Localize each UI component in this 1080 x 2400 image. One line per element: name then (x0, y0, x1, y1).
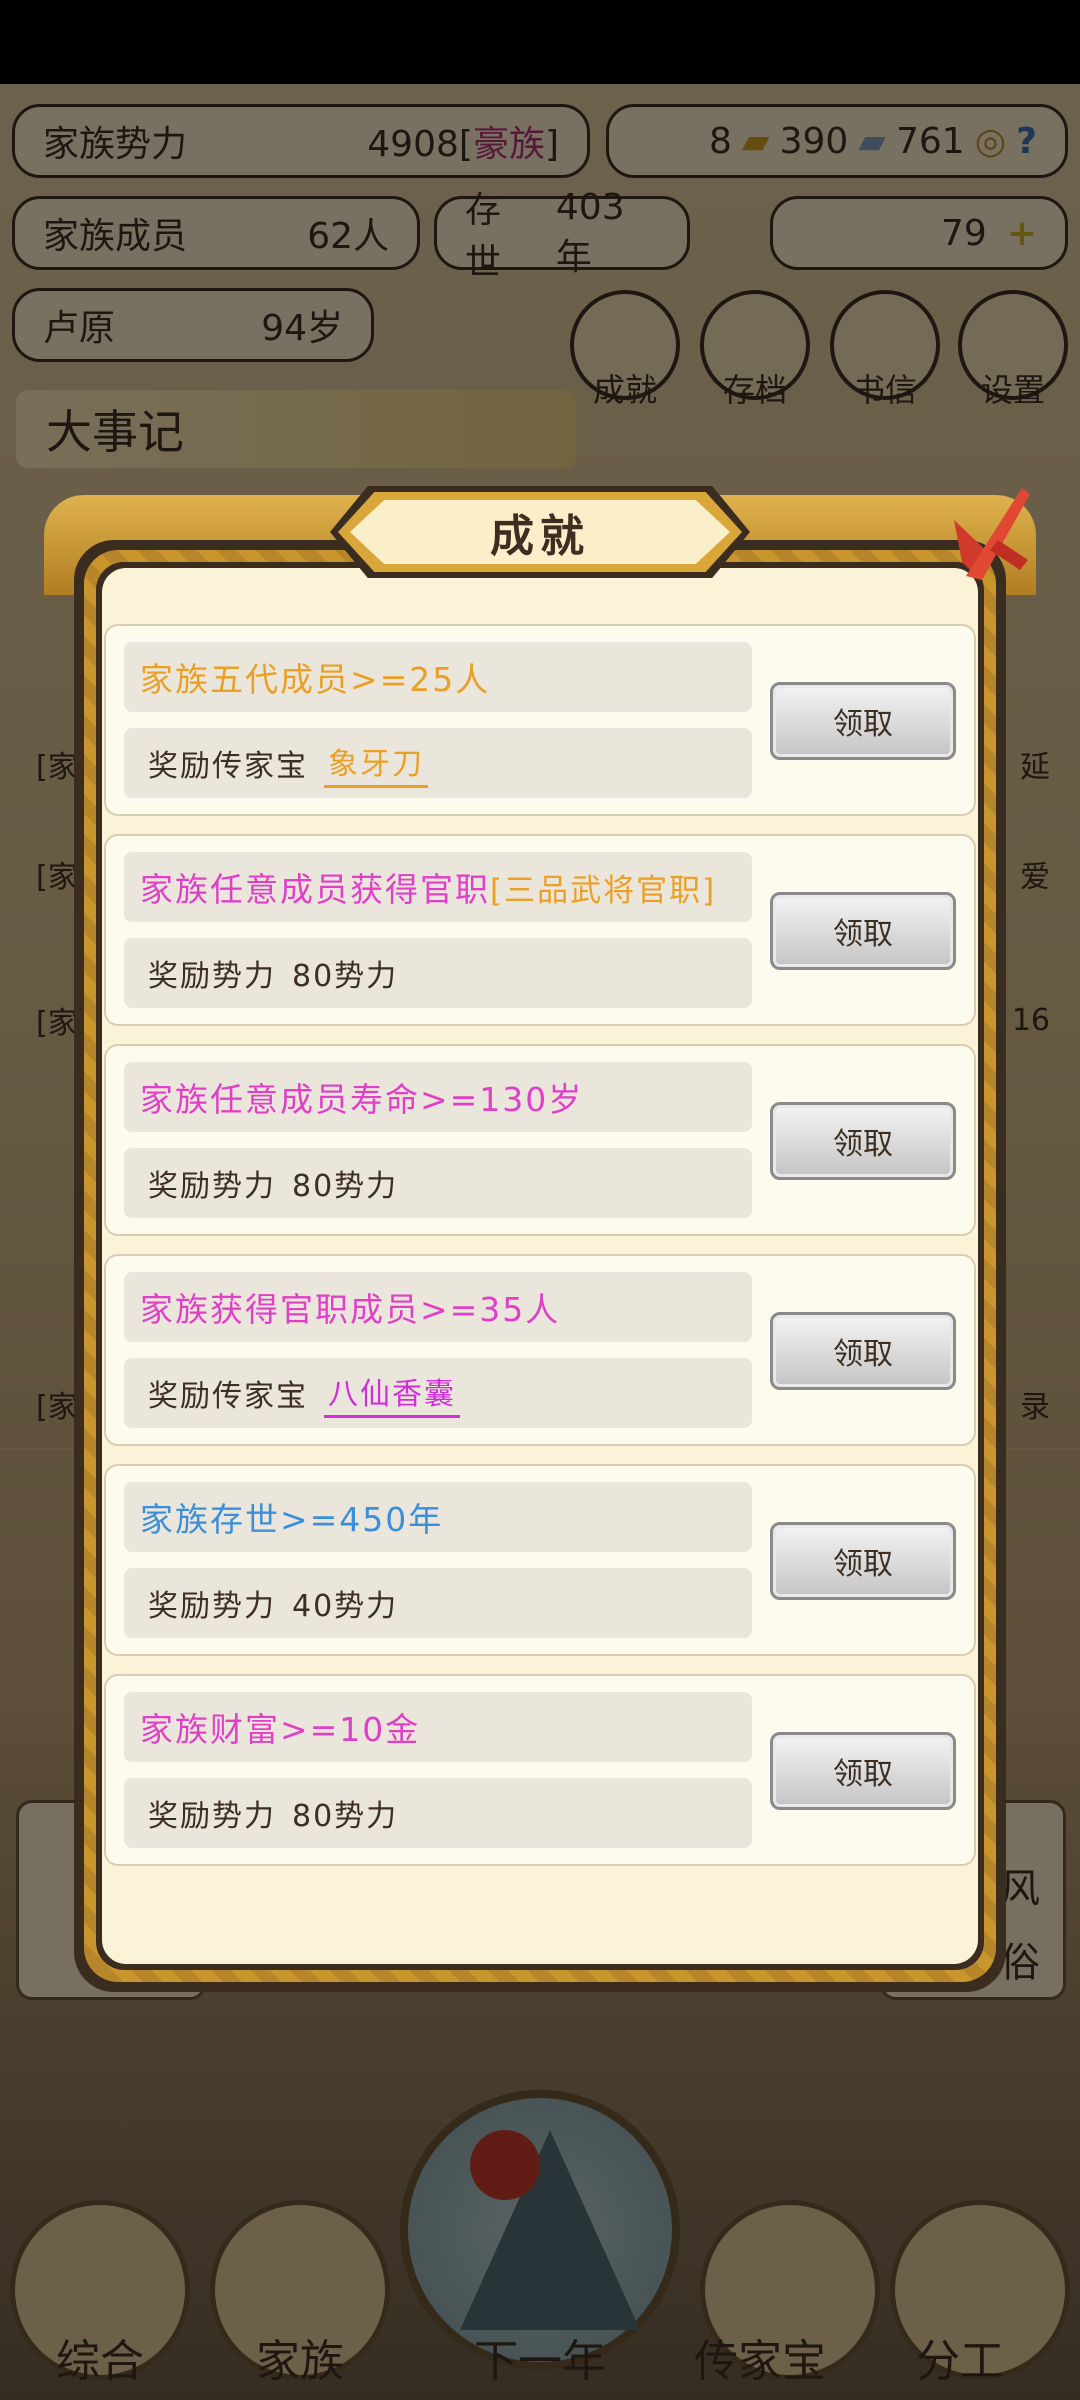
achievement-reward: 奖励势力 40势力 (124, 1568, 752, 1638)
achievement-condition: 家族获得官职成员>=35人 (124, 1272, 752, 1342)
claim-button[interactable]: 领取 (770, 1102, 956, 1180)
claim-button[interactable]: 领取 (770, 682, 956, 760)
achievement-reward: 奖励传家宝 象牙刀 (124, 728, 752, 798)
achievement-condition: 家族存世>=450年 (124, 1482, 752, 1552)
achievement-card: 家族获得官职成员>=35人 奖励传家宝 八仙香囊 领取 (104, 1254, 976, 1446)
achievement-condition: 家族财富>=10金 (124, 1692, 752, 1762)
achievement-reward: 奖励势力 80势力 (124, 1778, 752, 1848)
achievement-card: 家族财富>=10金 奖励势力 80势力 领取 (104, 1674, 976, 1866)
close-icon (954, 488, 1030, 580)
close-button[interactable] (936, 480, 1036, 590)
condition-rank: [三品武将官职] (490, 872, 717, 909)
achievement-reward: 奖励势力 80势力 (124, 1148, 752, 1218)
achievement-condition: 家族任意成员寿命>=130岁 (124, 1062, 752, 1132)
reward-value: 40势力 (292, 1589, 399, 1624)
claim-button[interactable]: 领取 (770, 1312, 956, 1390)
modal-title: 成就 (350, 500, 730, 564)
achievement-condition: 家族任意成员获得官职 [三品武将官职] (124, 852, 752, 922)
reward-value: 80势力 (292, 1799, 399, 1834)
achievement-card: 家族任意成员获得官职 [三品武将官职] 奖励势力 80势力 领取 (104, 834, 976, 1026)
achievement-card: 家族任意成员寿命>=130岁 奖励势力 80势力 领取 (104, 1044, 976, 1236)
achievement-card: 家族五代成员>=25人 奖励传家宝 象牙刀 领取 (104, 624, 976, 816)
reward-value: 80势力 (292, 1169, 399, 1204)
claim-button[interactable]: 领取 (770, 1522, 956, 1600)
reward-heirloom-link[interactable]: 八仙香囊 (324, 1369, 460, 1418)
achievement-card: 家族存世>=450年 奖励势力 40势力 领取 (104, 1464, 976, 1656)
reward-heirloom-link[interactable]: 象牙刀 (324, 739, 428, 788)
achievement-reward: 奖励势力 80势力 (124, 938, 752, 1008)
reward-value: 80势力 (292, 959, 399, 994)
claim-button[interactable]: 领取 (770, 892, 956, 970)
achievement-reward: 奖励传家宝 八仙香囊 (124, 1358, 752, 1428)
status-bar (0, 0, 1080, 84)
claim-button[interactable]: 领取 (770, 1732, 956, 1810)
achievement-condition: 家族五代成员>=25人 (124, 642, 752, 712)
